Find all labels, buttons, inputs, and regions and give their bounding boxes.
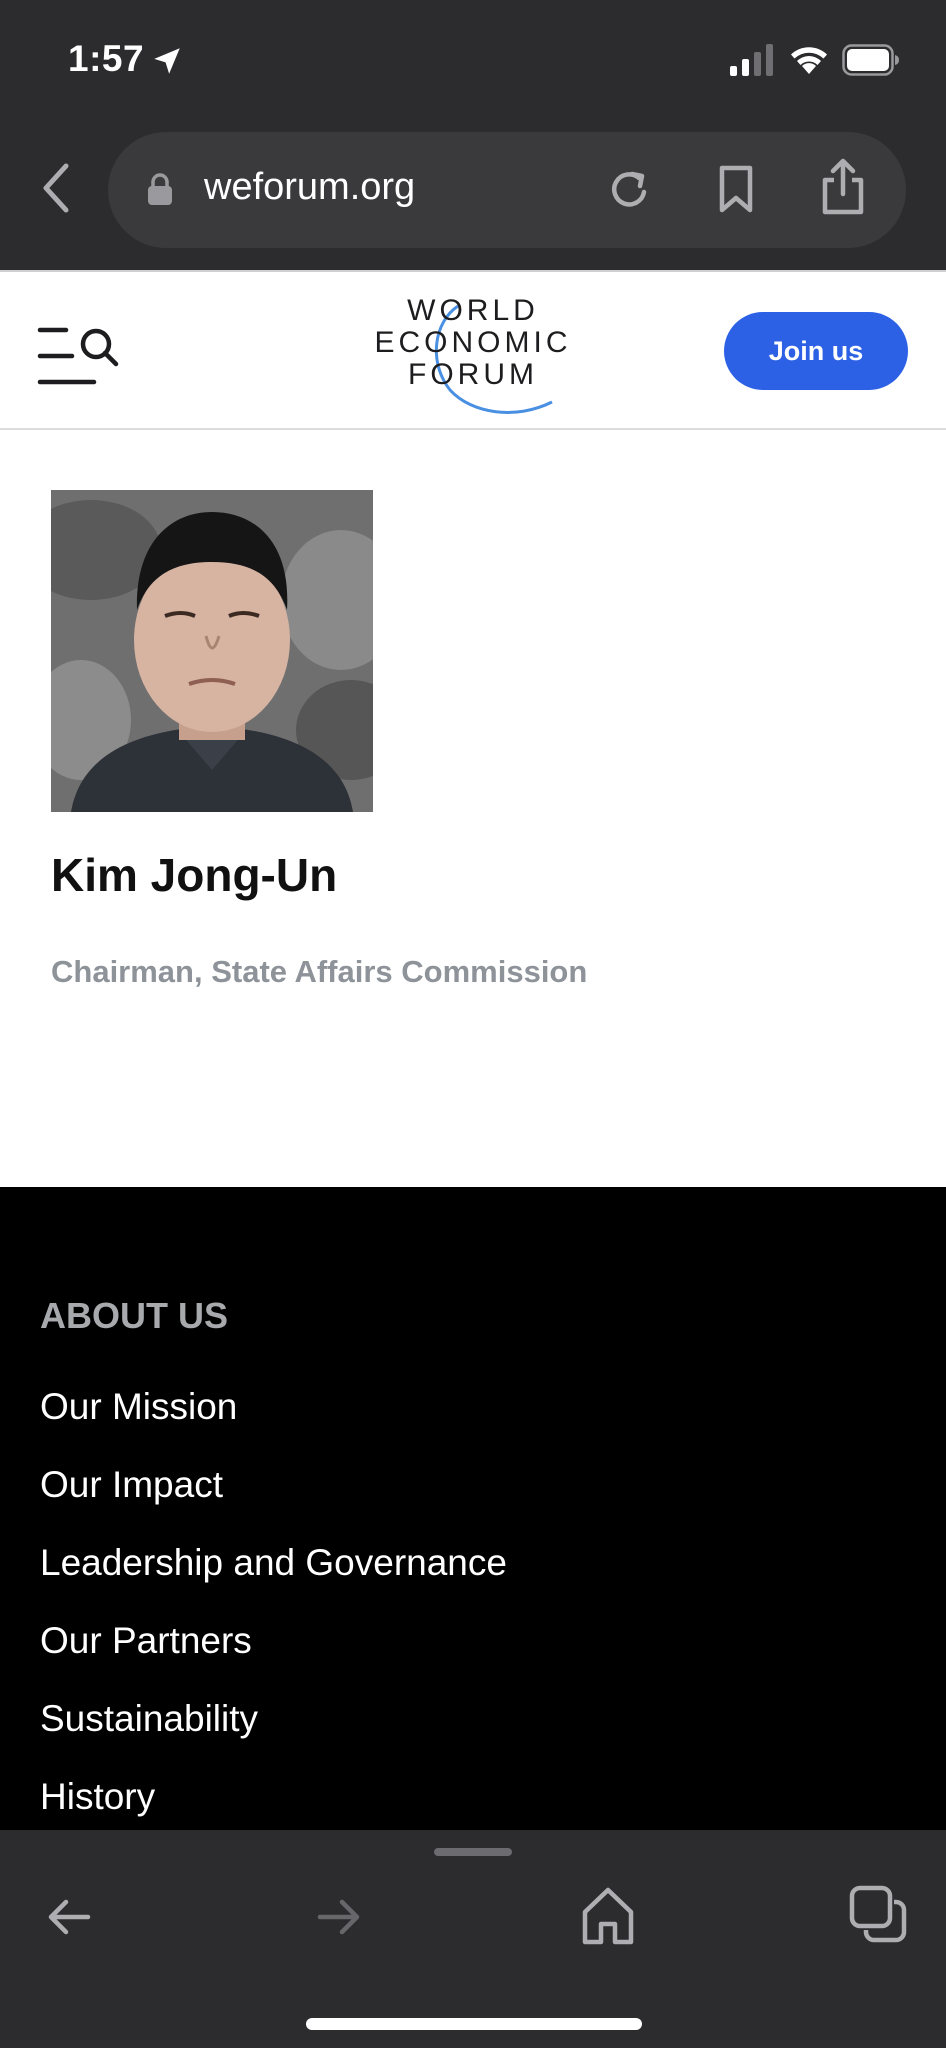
lock-icon — [148, 173, 172, 205]
footer-link-leadership-governance[interactable]: Leadership and Governance — [40, 1543, 507, 1621]
wifi-icon — [791, 47, 827, 74]
profile-content: Kim Jong-Un Chairman, State Affairs Comm… — [0, 430, 946, 1187]
url-text[interactable]: weforum.org — [204, 166, 415, 209]
share-icon[interactable] — [820, 158, 866, 216]
back-arrow-icon[interactable] — [42, 1890, 96, 1944]
footer-link-our-partners[interactable]: Our Partners — [40, 1621, 507, 1699]
toolbar-grab-handle[interactable] — [434, 1848, 512, 1856]
person-title: Chairman, State Affairs Commission — [51, 954, 588, 989]
footer-heading-about-us: ABOUT US — [40, 1295, 228, 1336]
logo-line-economic: ECONOMIC — [374, 326, 572, 359]
logo-line-forum: FORUM — [408, 358, 538, 391]
tabs-icon[interactable] — [848, 1884, 908, 1944]
footer-link-our-mission[interactable]: Our Mission — [40, 1387, 507, 1465]
cellular-signal-icon — [730, 44, 773, 76]
person-name: Kim Jong-Un — [51, 849, 338, 901]
battery-icon — [842, 44, 899, 76]
join-us-button[interactable]: Join us — [724, 312, 908, 390]
reload-icon[interactable] — [606, 166, 654, 214]
address-bar[interactable]: weforum.org — [108, 132, 906, 248]
wef-logo[interactable]: WORLD ECONOMIC FORUM — [368, 292, 578, 416]
back-chevron-icon[interactable] — [36, 158, 76, 218]
location-arrow-icon — [154, 48, 180, 74]
status-time: 1:57 — [68, 38, 145, 79]
browser-address-area: weforum.org — [0, 120, 946, 270]
footer-link-list: Our Mission Our Impact Leadership and Go… — [40, 1387, 507, 1830]
site-footer: ABOUT US Our Mission Our Impact Leadersh… — [0, 1187, 946, 1830]
menu-search-icon[interactable] — [36, 324, 120, 388]
home-icon[interactable] — [580, 1884, 636, 1946]
forward-arrow-icon[interactable] — [312, 1890, 366, 1944]
browser-toolbar — [0, 1830, 946, 2048]
footer-link-our-impact[interactable]: Our Impact — [40, 1465, 507, 1543]
status-bar: 1:57 — [0, 0, 946, 120]
bookmark-icon[interactable] — [716, 164, 756, 214]
logo-line-world: WORLD — [407, 294, 539, 327]
home-indicator — [306, 2018, 642, 2030]
footer-link-history[interactable]: History — [40, 1777, 507, 1830]
profile-portrait — [51, 490, 373, 812]
footer-link-sustainability[interactable]: Sustainability — [40, 1699, 507, 1777]
site-header: WORLD ECONOMIC FORUM Join us — [0, 270, 946, 430]
